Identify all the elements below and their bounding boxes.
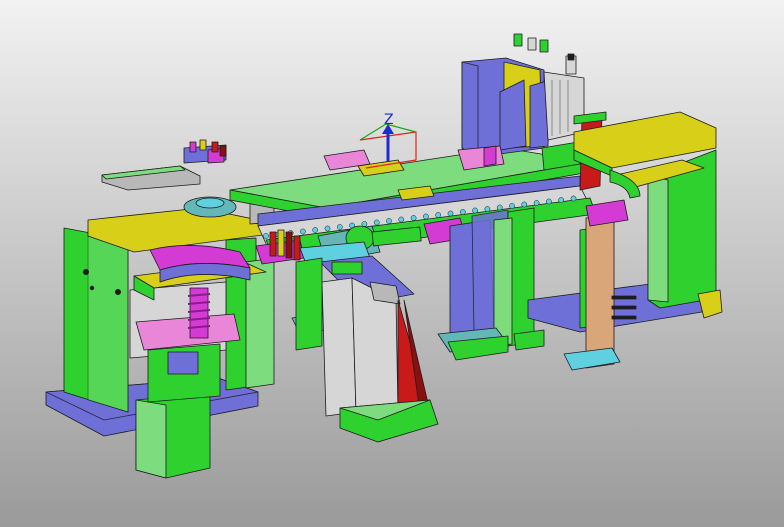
chain-link — [435, 212, 442, 218]
chain-link — [410, 215, 417, 221]
tower-gusset-left[interactable] — [499, 79, 527, 151]
chain-link — [570, 195, 577, 202]
chain-link — [496, 204, 503, 211]
right-tan-column[interactable] — [585, 213, 615, 369]
chain-link — [373, 219, 380, 226]
left-lower-column-side[interactable] — [135, 399, 167, 479]
front-green-column[interactable] — [295, 257, 323, 351]
chain-link — [324, 225, 331, 232]
cad-viewport[interactable]: Z — [0, 0, 784, 527]
cad-model-canvas[interactable]: Z — [0, 0, 784, 527]
tower-magenta-block[interactable] — [483, 145, 497, 167]
front-mini-block[interactable] — [331, 261, 363, 275]
chain-link — [533, 200, 540, 206]
triad-z-label: Z — [384, 112, 394, 128]
tower-lower-column-light[interactable] — [493, 217, 513, 347]
tower-valve-pack[interactable] — [543, 71, 585, 141]
chain-link — [459, 209, 466, 215]
chain-link — [398, 216, 405, 223]
chain-link — [521, 201, 528, 208]
chain-link — [386, 218, 392, 224]
front-silver-cylinder-left[interactable] — [321, 277, 357, 417]
chain-link — [472, 207, 478, 214]
tower-foot-right[interactable] — [513, 329, 545, 351]
chain-link — [546, 198, 552, 205]
left-plinth-block[interactable] — [167, 351, 199, 375]
chain-link — [263, 233, 269, 239]
left-frame-hole — [83, 268, 90, 275]
chain-link — [300, 228, 306, 235]
tower-upright-left-face[interactable] — [461, 61, 479, 159]
chain-link — [484, 206, 491, 212]
left-side-frame-face[interactable] — [87, 227, 129, 413]
left-rotary-flange-hub[interactable] — [195, 197, 225, 209]
chain-link — [423, 213, 429, 220]
chain-link — [312, 227, 319, 233]
chain-link — [509, 203, 515, 209]
right-side-frame-face[interactable] — [647, 175, 669, 303]
left-frame-hole — [89, 285, 95, 291]
left-frame-hole — [115, 288, 122, 295]
chain-link — [447, 210, 454, 217]
chain-link — [336, 224, 343, 230]
chain-link — [558, 197, 565, 203]
